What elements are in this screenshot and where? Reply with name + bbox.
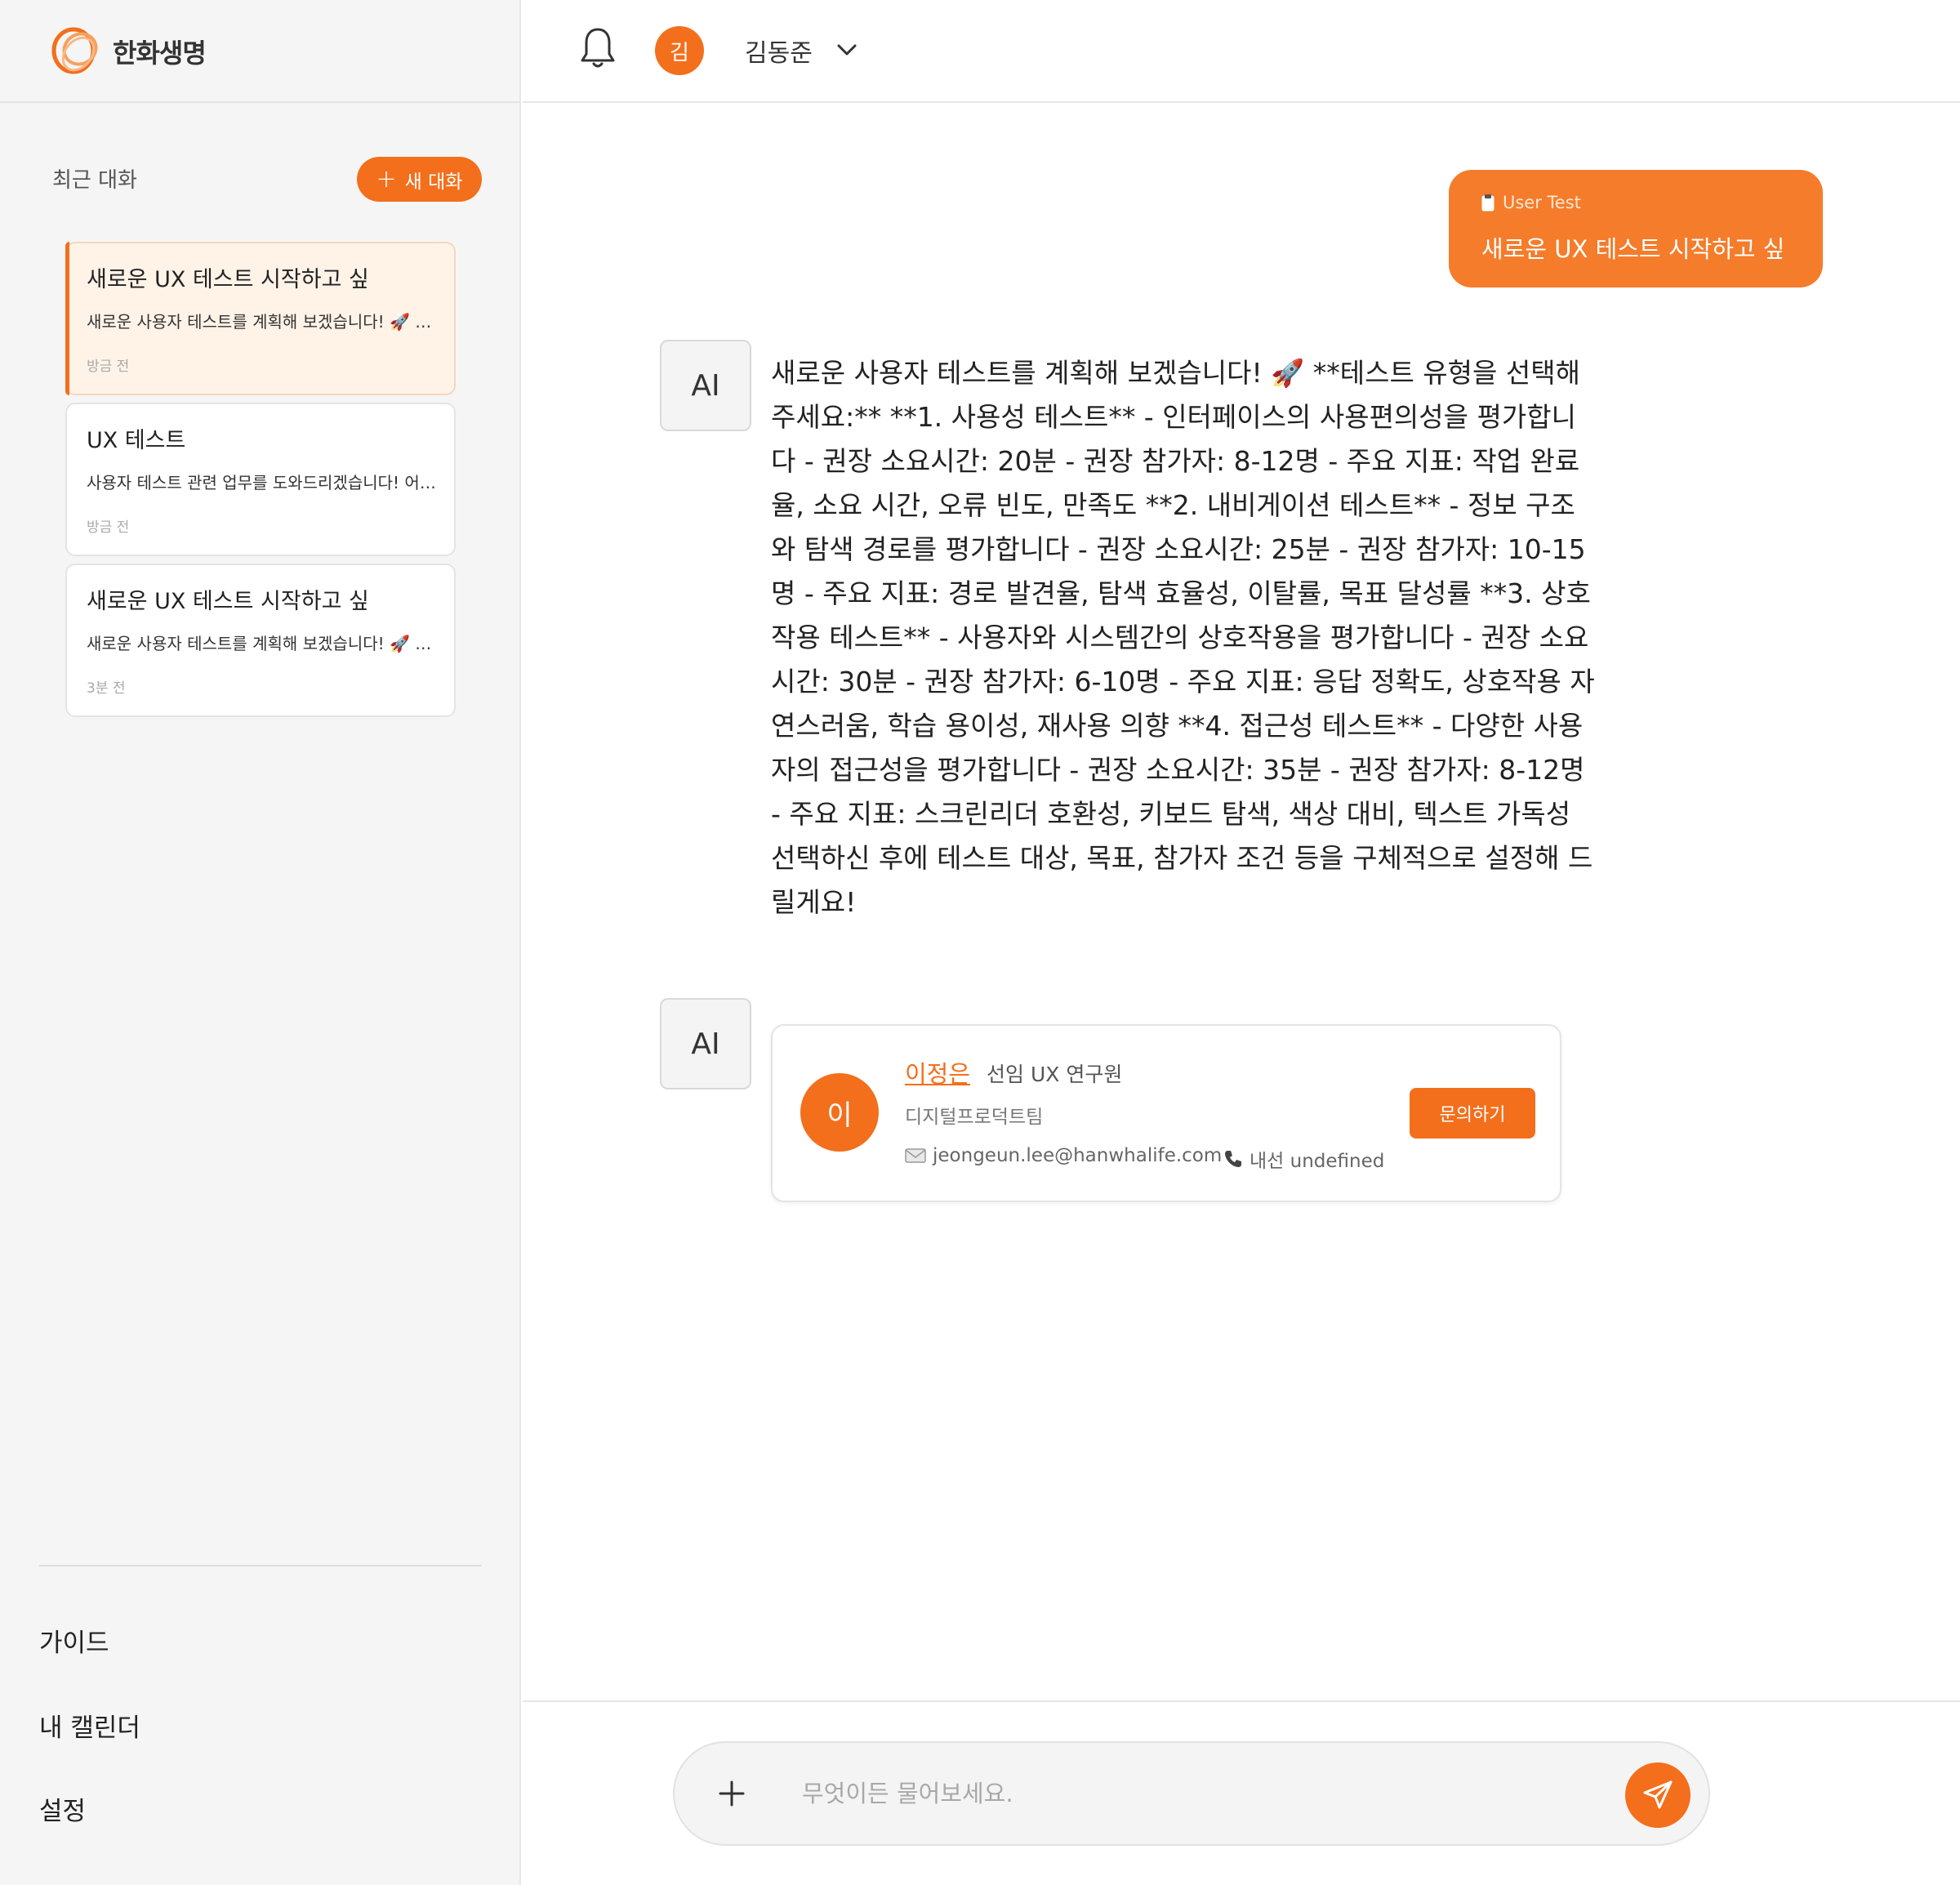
sidebar-divider [39, 1565, 482, 1566]
user-message-text: 새로운 UX 테스트 시작하고 싶 [1481, 235, 1785, 263]
contact-card: 이 이정은 선임 UX 연구원 디지털프로덕트팀 jeongeun.lee@ha… [771, 1024, 1561, 1202]
contact-email-text: jeongeun.lee@hanwhalife.com [933, 1145, 1223, 1166]
message-tag: User Test [1481, 193, 1581, 212]
contact-extension: 내선 undefined [1223, 1145, 1384, 1173]
top-header: 김 김동준 [523, 0, 1960, 103]
sidebar-link-calendar[interactable]: 내 캘린더 [39, 1707, 140, 1744]
plus-icon[interactable] [706, 1767, 758, 1820]
ai-message-text: 새로운 사용자 테스트를 계획해 보겠습니다! 🚀 **테스트 유형을 선택해 … [771, 357, 1595, 918]
user-name[interactable]: 김동준 [745, 33, 813, 69]
new-chat-button[interactable]: + 새 대화 [357, 157, 482, 202]
bell-icon[interactable] [580, 26, 616, 70]
send-icon [1643, 1780, 1673, 1809]
recent-conversations-title: 최근 대화 [52, 168, 137, 193]
contact-name-link[interactable]: 이정은 [905, 1055, 970, 1090]
conversation-preview: 새로운 사용자 테스트를 계획해 보겠습니다! 🚀 **테스트 유형을 선택해 … [87, 634, 438, 653]
conversation-title: 새로운 UX 테스트 시작하고 싶 [87, 267, 369, 292]
phone-icon [1225, 1151, 1241, 1167]
conversation-title: UX 테스트 [87, 428, 186, 453]
new-chat-label: 새 대화 [404, 171, 463, 193]
inquiry-button[interactable]: 문의하기 [1410, 1088, 1535, 1139]
send-button[interactable] [1625, 1762, 1690, 1828]
ai-avatar: AI [660, 340, 751, 431]
message-composer [673, 1741, 1710, 1846]
conversation-time: 방금 전 [87, 519, 130, 536]
mail-icon [905, 1148, 926, 1163]
hanwha-logo-icon[interactable] [49, 23, 108, 78]
clipboard-icon [1481, 194, 1494, 212]
conversation-item[interactable]: 새로운 UX 테스트 시작하고 싶 새로운 사용자 테스트를 계획해 보겠습니다… [65, 564, 456, 717]
input-divider [523, 1700, 1960, 1702]
logo-bar: 한화생명 [0, 0, 519, 103]
conversation-time: 방금 전 [87, 359, 130, 375]
contact-team: 디지털프로덕트팀 [905, 1107, 1044, 1128]
contact-extension-text: 내선 undefined [1250, 1151, 1385, 1172]
sidebar: 한화생명 최근 대화 + 새 대화 새로운 UX 테스트 시작하고 싶 새로운 … [0, 0, 521, 1885]
ai-avatar: AI [660, 998, 751, 1090]
conversation-item[interactable]: UX 테스트 사용자 테스트 관련 업무를 도와드리겠습니다! 어떤 테스트를 … [65, 403, 456, 556]
conversation-time: 3분 전 [87, 680, 126, 697]
brand-name: 한화생명 [113, 38, 207, 69]
conversation-preview: 사용자 테스트 관련 업무를 도와드리겠습니다! 어떤 테스트를 진행하시겠어요… [87, 473, 438, 492]
contact-email: jeongeun.lee@hanwhalife.com [905, 1145, 1222, 1166]
chevron-down-icon[interactable] [835, 38, 859, 62]
message-tag-label: User Test [1503, 193, 1581, 212]
plus-icon: + [376, 164, 397, 194]
contact-avatar: 이 [800, 1073, 879, 1152]
conversation-item[interactable]: 새로운 UX 테스트 시작하고 싶 새로운 사용자 테스트를 계획해 보겠습니다… [65, 242, 456, 395]
contact-role: 선임 UX 연구원 [987, 1063, 1123, 1086]
user-message-bubble: User Test 새로운 UX 테스트 시작하고 싶 [1449, 170, 1823, 287]
user-avatar[interactable]: 김 [655, 26, 704, 75]
sidebar-link-guide[interactable]: 가이드 [39, 1622, 109, 1659]
sidebar-link-settings[interactable]: 설정 [39, 1790, 86, 1827]
conversation-title: 새로운 UX 테스트 시작하고 싶 [87, 589, 369, 614]
conversation-preview: 새로운 사용자 테스트를 계획해 보겠습니다! 🚀 **테스트 유형을 선택해 … [87, 312, 438, 332]
message-input[interactable] [802, 1767, 1602, 1820]
